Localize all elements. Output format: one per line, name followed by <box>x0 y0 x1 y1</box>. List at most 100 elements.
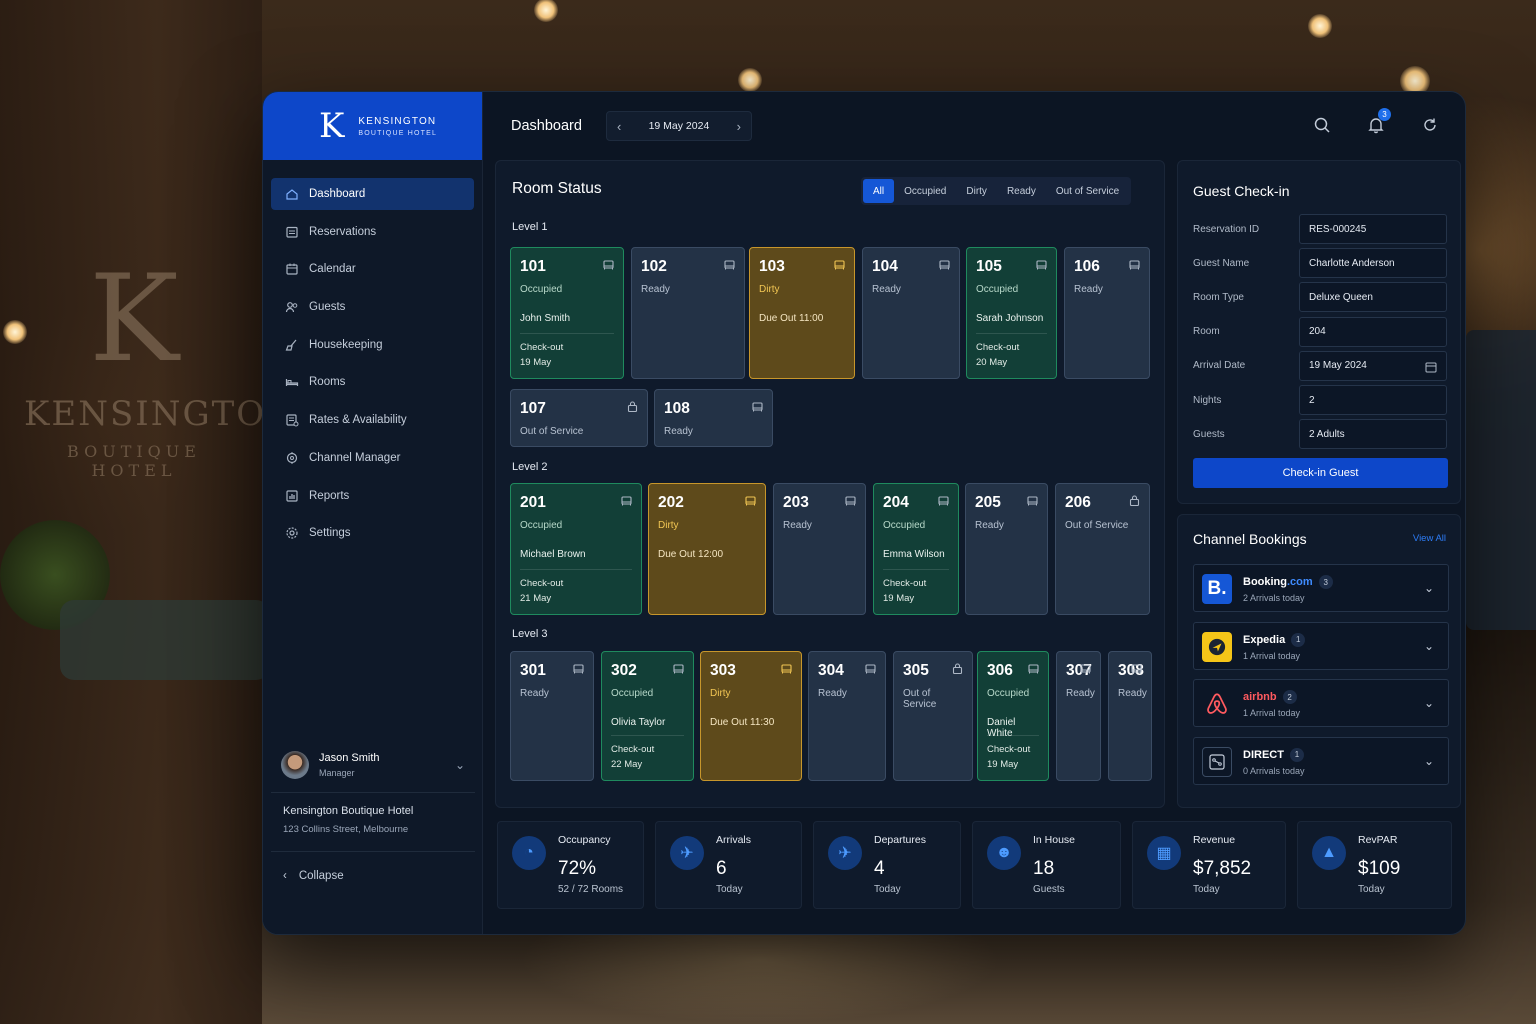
stat-value: 4 <box>874 858 885 879</box>
room-card-303[interactable]: 303 Dirty Due Out 11:30 <box>700 651 802 781</box>
sidebar-item-label: Rooms <box>309 376 346 389</box>
chevron-down-icon[interactable]: ⌄ <box>1424 754 1434 768</box>
sidebar-item-reports[interactable]: Reports <box>271 480 474 512</box>
channel-name-row: airbnb 2 <box>1243 690 1297 704</box>
bell-icon[interactable]: 3 <box>1367 108 1391 134</box>
sidebar-item-channel-manager[interactable]: Channel Manager <box>271 442 474 474</box>
nights-input[interactable]: 2 <box>1299 385 1447 415</box>
channel-count-badge: 1 <box>1291 632 1306 647</box>
chevron-down-icon[interactable]: ⌄ <box>1424 581 1434 595</box>
filter-tab-ready[interactable]: Ready <box>997 179 1046 203</box>
sidebar-nav: Dashboard Reservations Calendar Guests House… <box>263 178 482 549</box>
room-card-306[interactable]: 306 Occupied Daniel White Check-out 19 May <box>977 651 1049 781</box>
filter-tab-out-of-service[interactable]: Out of Service <box>1046 179 1129 203</box>
sidebar-item-housekeeping[interactable]: Housekeeping <box>271 329 474 361</box>
room-card-304[interactable]: 304 Ready <box>808 651 886 781</box>
channel-expedia[interactable]: Expedia 1 1 Arrival today ⌄ <box>1193 621 1449 670</box>
bed-icon <box>285 379 299 387</box>
room-card-101[interactable]: 101 Occupied John Smith Check-out 19 May <box>510 247 624 379</box>
room-status: Occupied <box>883 520 926 531</box>
user-profile[interactable]: Jason Smith Manager ⌄ <box>263 740 483 790</box>
room-card-107[interactable]: 107 Out of Service <box>510 389 648 447</box>
sidebar-item-dashboard[interactable]: Dashboard <box>271 178 474 210</box>
checkout-date: 22 May <box>611 759 643 770</box>
room-input[interactable]: 204 <box>1299 316 1447 347</box>
room-status: Dirty <box>658 520 679 531</box>
date-picker[interactable]: ‹ 19 May 2024 › <box>605 111 752 141</box>
room-card-307[interactable]: 307 Ready <box>1056 651 1101 781</box>
guest-name: John Smith <box>520 313 571 324</box>
checkout-label: Check-out <box>611 744 655 755</box>
room-card-201[interactable]: 201 Occupied Michael Brown Check-out 21 Ma… <box>510 483 642 615</box>
room-card-305[interactable]: 305 Out of Service <box>893 651 973 781</box>
collapse-button[interactable]: ‹ Collapse <box>283 870 344 882</box>
stat-card-revpar[interactable]: ▲ RevPAR $109 Today <box>1297 821 1452 909</box>
checkout-date: 21 May <box>520 593 552 604</box>
room-card-302[interactable]: 302 Occupied Olivia Taylor Check-out 22 Ma… <box>601 651 694 781</box>
filter-tab-dirty[interactable]: Dirty <box>956 179 997 203</box>
channel-direct[interactable]: DIRECT 1 0 Arrivals today ⌄ <box>1193 736 1449 785</box>
sidebar-item-calendar[interactable]: Calendar <box>271 253 474 285</box>
room-card-203[interactable]: 203 Ready <box>773 483 866 615</box>
checkin-guest-button[interactable]: Check-in Guest <box>1193 458 1448 488</box>
room-card-308[interactable]: 308 Ready <box>1108 651 1152 781</box>
channel-booking[interactable]: B. Booking.com 3 2 Arrivals today ⌄ <box>1193 564 1449 612</box>
chevron-left-icon[interactable]: ‹ <box>617 119 621 134</box>
bed-icon <box>744 494 757 507</box>
room-status: Occupied <box>611 688 654 699</box>
arrival-date-input[interactable]: 19 May 2024 <box>1299 350 1447 381</box>
sidebar-item-label: Channel Manager <box>309 451 401 464</box>
guests-input[interactable]: 2 Adults <box>1299 419 1447 450</box>
bed-icon <box>1079 662 1092 675</box>
filter-tab-occupied[interactable]: Occupied <box>894 179 956 203</box>
room-card-301[interactable]: 301 Ready <box>510 651 594 781</box>
room-card-102[interactable]: 102 Ready <box>631 247 745 379</box>
brand-logo[interactable]: K KENSINGTON BOUTIQUE HOTEL <box>263 92 482 160</box>
room-card-105[interactable]: 105 Occupied Sarah Johnson Check-out 20 Ma… <box>966 247 1057 379</box>
sidebar-item-settings[interactable]: Settings <box>271 517 474 549</box>
room-card-103[interactable]: 103 Dirty Due Out 11:00 <box>749 247 855 379</box>
channel-airbnb[interactable]: airbnb 2 1 Arrival today ⌄ <box>1193 679 1449 727</box>
sidebar-item-reservations[interactable]: Reservations <box>271 216 474 248</box>
stat-card-in-house[interactable]: ☻ In House 18 Guests <box>972 821 1121 909</box>
room-type-input[interactable]: Deluxe Queen <box>1299 282 1447 313</box>
level-label: Level 1 <box>512 221 548 233</box>
field-guests: Guests 2 Adults <box>1193 419 1447 450</box>
stat-card-departures[interactable]: ✈ Departures 4 Today <box>813 821 961 909</box>
room-card-205[interactable]: 205 Ready <box>965 483 1048 615</box>
room-card-104[interactable]: 104 Ready <box>862 247 960 379</box>
stat-value: 72% <box>558 858 597 879</box>
sidebar-item-guests[interactable]: Guests <box>271 291 474 323</box>
bed-icon <box>1027 662 1040 675</box>
stat-card-occupancy[interactable]: ◔ Occupancy 72% 52 / 72 Rooms <box>497 821 644 909</box>
chevron-down-icon[interactable]: ⌄ <box>1424 639 1434 653</box>
stat-card-revenue[interactable]: ▦ Revenue $7,852 Today <box>1132 821 1286 909</box>
sidebar-item-label: Reports <box>309 489 350 502</box>
occupancy-icon: ◔ <box>512 836 546 870</box>
calendar-icon[interactable] <box>1425 361 1437 373</box>
view-all-link[interactable]: View All <box>1413 533 1446 544</box>
refresh-icon[interactable] <box>1421 116 1439 134</box>
room-card-206[interactable]: 206 Out of Service <box>1055 483 1150 615</box>
search-icon[interactable] <box>1313 116 1331 134</box>
sidebar-item-rooms[interactable]: Rooms <box>271 366 474 398</box>
sidebar-item-rates-availability[interactable]: Rates & Availability <box>271 404 474 436</box>
room-card-106[interactable]: 106 Ready <box>1064 247 1150 379</box>
chevron-right-icon[interactable]: › <box>737 119 741 134</box>
guest-name-input[interactable]: Charlotte Anderson <box>1299 248 1447 279</box>
channel-arrivals: 1 Arrival today <box>1243 708 1301 718</box>
chevron-down-icon[interactable]: ⌄ <box>455 758 465 772</box>
filter-tab-all[interactable]: All <box>863 179 895 203</box>
room-card-202[interactable]: 202 Dirty Due Out 12:00 <box>648 483 766 615</box>
checkout-label: Check-out <box>987 744 1031 755</box>
bed-icon <box>1026 494 1039 507</box>
stat-card-arrivals[interactable]: ✈ Arrivals 6 Today <box>655 821 802 909</box>
reservation-id-input[interactable]: RES-000245 <box>1299 214 1447 244</box>
stat-value: 18 <box>1033 858 1055 879</box>
bed-icon <box>864 662 877 675</box>
room-card-108[interactable]: 108 Ready <box>654 389 773 447</box>
room-status: Ready <box>783 520 812 531</box>
channel-count-badge: 3 <box>1318 575 1333 589</box>
chevron-down-icon[interactable]: ⌄ <box>1424 696 1434 710</box>
room-card-204[interactable]: 204 Occupied Emma Wilson Check-out 19 May <box>873 483 959 615</box>
